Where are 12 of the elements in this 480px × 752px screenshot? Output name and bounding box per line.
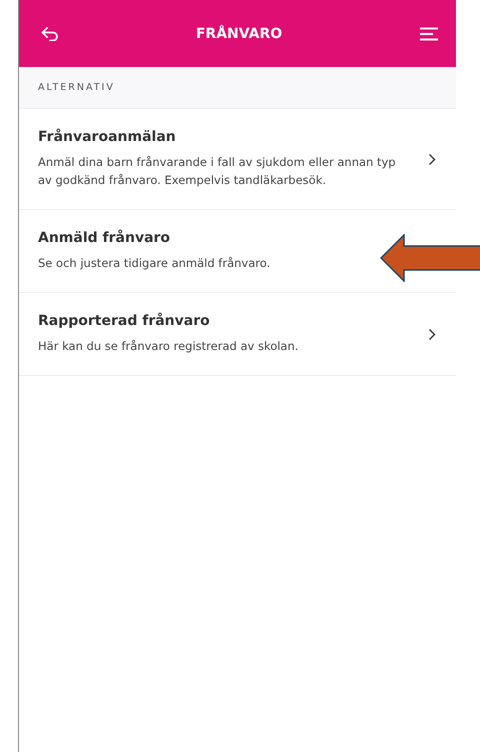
item-description: Här kan du se frånvaro registrerad av skolan. [38, 338, 300, 355]
item-description: Se och justera tidigare anmäld frånvaro. [38, 255, 272, 272]
item-title: Anmäld frånvaro [38, 230, 172, 246]
screen-title: FRÅNVARO [196, 26, 282, 42]
item-description: Anmäl dina barn frånvarande i fall av sjukdom eller annan typ av godkänd frånvaro. Exempelvis tandläkarbesök. [38, 154, 397, 189]
item-title: Frånvaroanmälan [38, 129, 177, 145]
item-title: Rapporterad frånvaro [38, 313, 211, 329]
list-item[interactable]: Frånvaroanmälan Anmäl dina barn frånvarande i fall av sjukdom eller annan typ av godkänd frånvaro. Exempelvis tandläkarbesök. [19, 109, 456, 210]
menu-icon[interactable] [418, 26, 439, 40]
back-icon[interactable] [41, 26, 59, 40]
list-item[interactable]: Rapporterad frånvaro Här kan du se frånvaro registrerad av skolan. [19, 293, 456, 376]
section-label: ALTERNATIV [38, 82, 115, 93]
